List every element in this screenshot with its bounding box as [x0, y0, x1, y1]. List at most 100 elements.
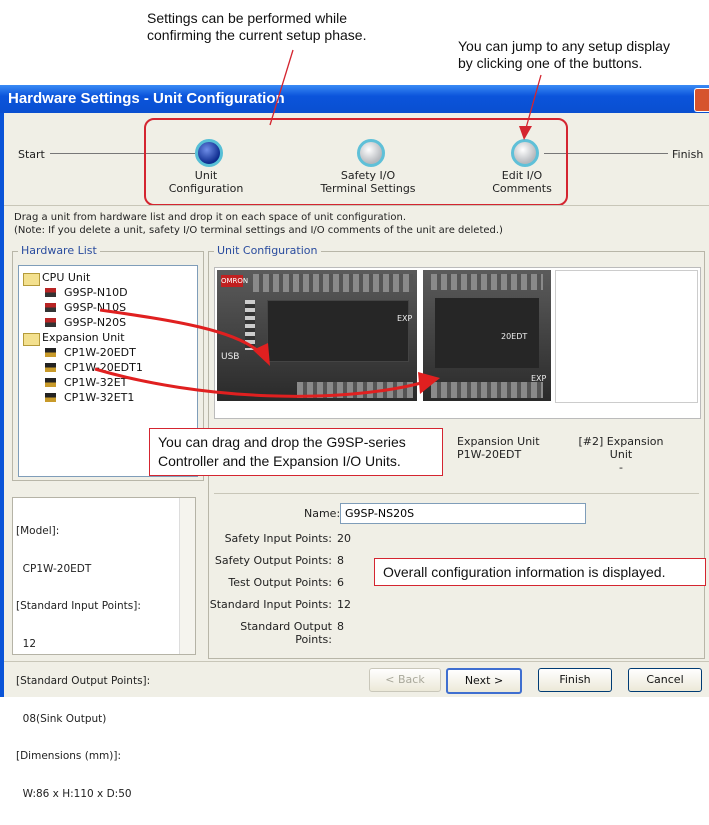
unit-chip-icon: [45, 288, 56, 297]
drag-callout-line-1: You can drag and drop the G9SP-series: [158, 434, 406, 450]
tree-item-g9sp-n20s[interactable]: G9SP-N20S: [64, 316, 126, 329]
tree-group-expansion-unit[interactable]: Expansion Unit: [42, 331, 125, 344]
usb-label: USB: [221, 352, 240, 362]
safety-input-label: Safety Input Points:: [224, 532, 332, 545]
step-unit-configuration-button[interactable]: [195, 139, 223, 167]
drag-drop-callout: You can drag and drop the G9SP-series Co…: [149, 428, 443, 476]
step-2-label-line-2: Terminal Settings: [320, 182, 416, 195]
terminal-block-top: [253, 274, 413, 292]
unit-details-panel: [Model]: CP1W-20EDT [Standard Input Poin…: [12, 497, 196, 800]
unit-chip-icon: [45, 363, 56, 372]
empty-slot-2[interactable]: [555, 270, 698, 403]
safety-output-value: 8: [337, 554, 344, 567]
wizard-separator: [4, 205, 709, 206]
tree-item-cp1w-32et1[interactable]: CP1W-32ET1: [64, 391, 134, 404]
standard-output-value: 8: [337, 620, 344, 633]
slot-1-label-line-2: P1W-20EDT: [457, 448, 522, 461]
tree-item-g9sp-n10d[interactable]: G9SP-N10D: [64, 286, 128, 299]
cpu-unit-image[interactable]: OMRON USB EXP: [217, 270, 417, 401]
slot-2-label-line-2: -: [619, 461, 623, 474]
hardware-settings-window: Hardware Settings - Unit Configuration S…: [0, 85, 709, 800]
step-safety-io-terminal-settings-button[interactable]: [357, 139, 385, 167]
wizard-start-label: Start: [18, 148, 45, 161]
step-edit-io-label: Edit I/O Comments: [467, 169, 577, 195]
drag-callout-line-2: Controller and the Expansion I/O Units.: [158, 453, 401, 469]
detail-line: 12: [16, 637, 37, 650]
footer-separator: [4, 661, 709, 662]
detail-line: 08(Sink Output): [16, 712, 107, 725]
detail-line: CP1W-20EDT: [16, 562, 92, 575]
unit-chip-icon: [45, 393, 56, 402]
window-title: Hardware Settings - Unit Configuration: [8, 90, 285, 107]
cancel-button[interactable]: Cancel: [628, 668, 702, 692]
unit-chip-icon: [45, 303, 56, 312]
hardware-list-title: Hardware List: [18, 244, 100, 257]
folder-icon: [23, 273, 40, 286]
detail-line: [Dimensions (mm)]:: [16, 750, 121, 762]
cpu-body-panel: [267, 300, 409, 362]
phase-annotation-line-1: Settings can be performed while: [147, 10, 347, 26]
unit-chip-icon: [45, 348, 56, 357]
standard-input-value: 12: [337, 598, 351, 611]
slot-1-label: Expansion Unit P1W-20EDT: [457, 435, 540, 461]
unit-configuration-title: Unit Configuration: [214, 244, 321, 257]
tree-item-cp1w-20edt[interactable]: CP1W-20EDT: [64, 346, 136, 359]
tree-item-g9sp-n10s[interactable]: G9SP-N10S: [64, 301, 126, 314]
terminal-block-bottom: [297, 382, 413, 398]
title-bar: Hardware Settings - Unit Configuration: [0, 85, 709, 113]
overall-info-callout: Overall configuration information is dis…: [374, 558, 706, 586]
slot-2-label-line-1: [#2] Expansion Unit: [578, 435, 664, 461]
instruction-line-1: Drag a unit from hardware list and drop …: [14, 212, 407, 223]
phase-annotation: Settings can be performed while confirmi…: [147, 10, 366, 44]
instructions: Drag a unit from hardware list and drop …: [14, 211, 503, 237]
config-separator: [214, 493, 699, 494]
expansion-unit-image[interactable]: 20EDT EXP: [423, 270, 551, 401]
test-output-label: Test Output Points:: [228, 576, 332, 589]
details-scrollbar[interactable]: [179, 498, 195, 654]
tree-item-cp1w-32et[interactable]: CP1W-32ET: [64, 376, 127, 389]
step-edit-io-comments-button[interactable]: [511, 139, 539, 167]
detail-line: [Standard Output Points]:: [16, 675, 151, 687]
step-1-label-line-2: Configuration: [168, 182, 244, 195]
jump-annotation: You can jump to any setup display by cli…: [458, 38, 670, 72]
exp-label: EXP: [397, 314, 413, 323]
standard-output-label: Standard Output Points:: [240, 620, 332, 646]
back-button[interactable]: < Back: [369, 668, 441, 692]
terminal-block-top: [431, 274, 543, 290]
unit-chip-icon: [45, 378, 56, 387]
folder-icon: [23, 333, 40, 346]
safety-output-label: Safety Output Points:: [214, 554, 332, 567]
unit-configuration-canvas[interactable]: OMRON USB EXP 20EDT EXP: [214, 267, 701, 419]
tree-group-cpu-unit[interactable]: CPU Unit: [42, 271, 90, 284]
slot-2-label: [#2] Expansion Unit -: [571, 435, 671, 474]
test-output-value: 6: [337, 576, 344, 589]
jump-annotation-line-1: You can jump to any setup display: [458, 38, 670, 54]
step-1-label-line-1: Unit: [194, 169, 218, 182]
model-label: 20EDT: [501, 332, 528, 341]
unit-chip-icon: [45, 318, 56, 327]
tree-item-cp1w-20edt1[interactable]: CP1W-20EDT1: [64, 361, 143, 374]
standard-input-label: Standard Input Points:: [209, 598, 332, 611]
wizard-finish-label: Finish: [672, 148, 704, 161]
step-unit-configuration-label: Unit Configuration: [151, 169, 261, 195]
name-field[interactable]: G9SP-NS20S: [340, 503, 586, 524]
jump-annotation-line-2: by clicking one of the buttons.: [458, 55, 643, 71]
detail-line: [Model]:: [16, 525, 60, 537]
led-column: [245, 300, 255, 350]
slot-1-label-line-1: Expansion Unit: [457, 435, 540, 448]
details-text: [Model]: CP1W-20EDT [Standard Input Poin…: [16, 500, 150, 825]
step-safety-io-label: Safety I/O Terminal Settings: [313, 169, 423, 195]
next-button[interactable]: Next >: [446, 668, 522, 694]
omron-logo: OMRON: [221, 275, 249, 287]
finish-button[interactable]: Finish: [538, 668, 612, 692]
detail-line: W:86 x H:110 x D:50: [16, 787, 132, 800]
step-3-label-line-2: Comments: [492, 182, 552, 195]
phase-annotation-line-2: confirming the current setup phase.: [147, 27, 367, 43]
step-3-label-line-1: Edit I/O: [501, 169, 543, 182]
safety-input-value: 20: [337, 532, 351, 545]
close-button[interactable]: [694, 88, 709, 112]
step-2-label-line-1: Safety I/O: [340, 169, 396, 182]
detail-line: [Standard Input Points]:: [16, 600, 141, 612]
instruction-line-2: (Note: If you delete a unit, safety I/O …: [14, 225, 503, 236]
name-label: Name:: [304, 507, 341, 520]
